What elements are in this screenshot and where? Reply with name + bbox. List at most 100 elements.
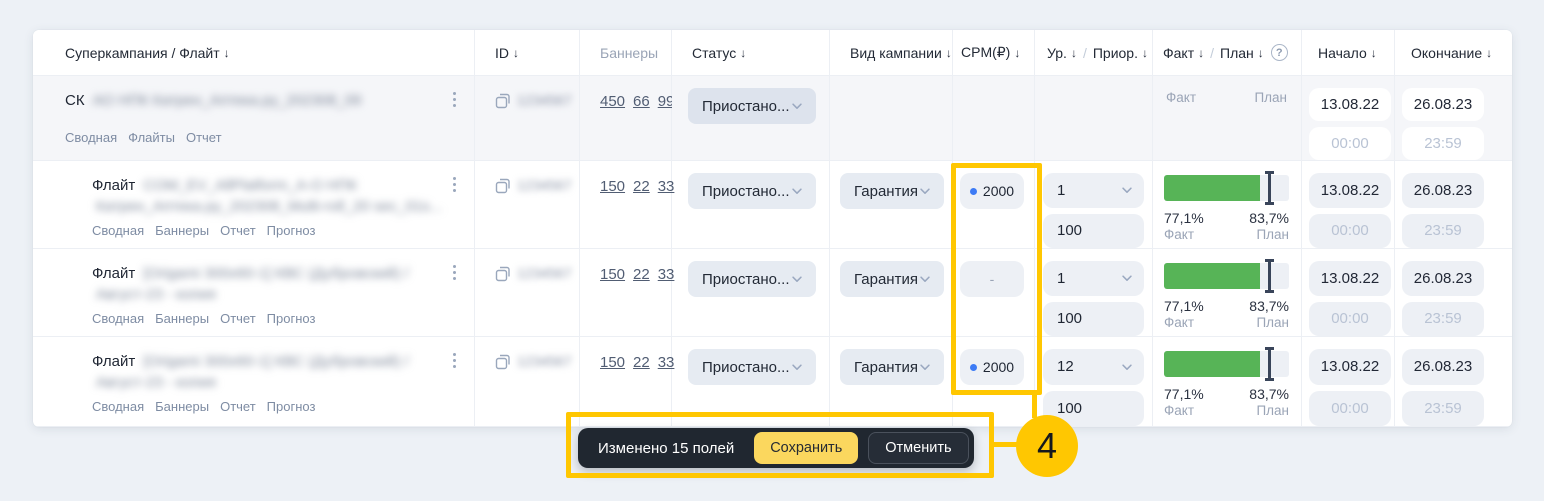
campaign-type-dropdown[interactable]: Гарантия bbox=[840, 261, 944, 297]
status-dropdown[interactable]: Приостано... bbox=[688, 88, 816, 124]
link-svodnaya[interactable]: Сводная bbox=[92, 311, 144, 326]
priority-input[interactable]: 100 bbox=[1043, 214, 1144, 249]
flight-level-priority-cell: 12 100 bbox=[1035, 337, 1153, 427]
start-time-input[interactable]: 00:00 bbox=[1309, 214, 1391, 249]
link-flights[interactable]: Флайты bbox=[128, 130, 175, 145]
flight-name[interactable]: Флайт [Origami 300x60-1] КВС (Дубровский… bbox=[92, 351, 452, 393]
end-time-input[interactable]: 23:59 bbox=[1402, 302, 1484, 337]
kebab-menu-icon[interactable] bbox=[453, 265, 456, 280]
flight-name[interactable]: Флайт COM_EV_AllPlatform_А-О НПК Катрен_… bbox=[92, 175, 452, 217]
cpm-input[interactable]: 2000 bbox=[960, 173, 1024, 209]
link-report[interactable]: Отчет bbox=[220, 399, 256, 414]
banners-count-link[interactable]: 22 bbox=[633, 266, 650, 336]
copy-icon[interactable] bbox=[495, 178, 511, 194]
kebab-menu-icon[interactable] bbox=[453, 177, 456, 192]
end-time-input[interactable]: 23:59 bbox=[1402, 391, 1484, 427]
link-svodnaya[interactable]: Сводная bbox=[65, 130, 117, 145]
banners-count-link[interactable]: 66 bbox=[633, 93, 650, 160]
header-status[interactable]: Статус ↓ bbox=[672, 30, 830, 76]
sort-desc-icon[interactable]: ↓ bbox=[1371, 46, 1377, 60]
sort-desc-icon[interactable]: ↓ bbox=[513, 46, 519, 60]
start-date-input[interactable]: 13.08.22 bbox=[1309, 261, 1391, 296]
start-date-input[interactable]: 13.08.22 bbox=[1309, 173, 1391, 208]
header-fact-plan[interactable]: Факт ↓ / План ↓ ? bbox=[1153, 30, 1302, 76]
link-forecast[interactable]: Прогноз bbox=[267, 399, 316, 414]
sort-desc-icon[interactable]: ↓ bbox=[224, 46, 230, 60]
save-button[interactable]: Сохранить bbox=[754, 432, 858, 464]
start-date-input[interactable]: 13.08.22 bbox=[1309, 88, 1391, 121]
link-svodnaya[interactable]: Сводная bbox=[92, 399, 144, 414]
start-time-input[interactable]: 00:00 bbox=[1309, 127, 1391, 160]
banners-count-link[interactable]: 22 bbox=[633, 354, 650, 426]
start-time-input[interactable]: 00:00 bbox=[1309, 302, 1391, 337]
sort-desc-icon[interactable]: ↓ bbox=[740, 46, 746, 60]
sort-desc-icon[interactable]: ↓ bbox=[946, 46, 952, 60]
link-forecast[interactable]: Прогноз bbox=[267, 311, 316, 326]
header-campaign-type[interactable]: Вид кампании ↓ bbox=[830, 30, 953, 76]
cpm-input[interactable]: 2000 bbox=[960, 349, 1024, 385]
campaign-type-dropdown[interactable]: Гарантия bbox=[840, 173, 944, 209]
link-banners[interactable]: Баннеры bbox=[155, 223, 209, 238]
header-end[interactable]: Окончание ↓ bbox=[1395, 30, 1512, 76]
plan-label: План bbox=[1256, 403, 1289, 418]
end-date-input[interactable]: 26.08.23 bbox=[1402, 349, 1484, 385]
cpm-changed-dot-icon bbox=[970, 188, 977, 195]
sort-desc-icon[interactable]: ↓ bbox=[1258, 46, 1264, 60]
kebab-menu-icon[interactable] bbox=[453, 353, 456, 368]
fact-label: Факт bbox=[1164, 403, 1194, 418]
link-svodnaya[interactable]: Сводная bbox=[92, 223, 144, 238]
end-date-input[interactable]: 26.08.23 bbox=[1402, 261, 1484, 296]
start-date-input[interactable]: 13.08.22 bbox=[1309, 349, 1391, 385]
level-dropdown[interactable]: 1 bbox=[1043, 261, 1144, 296]
progress-fill bbox=[1164, 263, 1260, 289]
link-report[interactable]: Отчет bbox=[220, 223, 256, 238]
link-banners[interactable]: Баннеры bbox=[155, 399, 209, 414]
cancel-button[interactable]: Отменить bbox=[868, 432, 968, 464]
status-dropdown[interactable]: Приостано... bbox=[688, 173, 816, 209]
help-icon[interactable]: ? bbox=[1271, 44, 1288, 61]
sort-desc-icon[interactable]: ↓ bbox=[1014, 46, 1020, 60]
header-start[interactable]: Начало ↓ bbox=[1302, 30, 1395, 76]
flight-factplan-cell: 77,1% 83,7% Факт План bbox=[1153, 161, 1302, 249]
copy-icon[interactable] bbox=[495, 354, 511, 370]
link-report[interactable]: Отчет bbox=[186, 130, 222, 145]
campaign-type-dropdown[interactable]: Гарантия bbox=[840, 349, 944, 385]
fact-label: Факт bbox=[1164, 227, 1194, 242]
status-dropdown[interactable]: Приостано... bbox=[688, 261, 816, 297]
end-date-input[interactable]: 26.08.23 bbox=[1402, 88, 1484, 121]
kebab-menu-icon[interactable] bbox=[453, 92, 456, 107]
copy-icon[interactable] bbox=[495, 93, 511, 109]
copy-icon[interactable] bbox=[495, 266, 511, 282]
supercampaign-name[interactable]: СК АО НПК Катрен_Аптека.ру_202308_09 bbox=[65, 90, 425, 111]
end-time-input[interactable]: 23:59 bbox=[1402, 214, 1484, 249]
header-campaign-flight[interactable]: Суперкампания / Флайт ↓ bbox=[33, 30, 475, 76]
header-level-priority[interactable]: Ур. ↓ / Приор. ↓ bbox=[1035, 30, 1153, 76]
priority-input[interactable]: 100 bbox=[1043, 302, 1144, 337]
banners-count-link[interactable]: 150 bbox=[600, 178, 625, 248]
link-banners[interactable]: Баннеры bbox=[155, 311, 209, 326]
sort-desc-icon[interactable]: ↓ bbox=[1142, 46, 1148, 60]
header-campaign-label: Суперкампания / Флайт bbox=[65, 45, 220, 61]
header-id[interactable]: ID ↓ bbox=[475, 30, 580, 76]
level-dropdown[interactable]: 12 bbox=[1043, 349, 1144, 385]
sort-desc-icon[interactable]: ↓ bbox=[1198, 46, 1204, 60]
end-date-input[interactable]: 26.08.23 bbox=[1402, 173, 1484, 208]
sort-desc-icon[interactable]: ↓ bbox=[1486, 46, 1492, 60]
start-time-input[interactable]: 00:00 bbox=[1309, 391, 1391, 427]
banners-count-link[interactable]: 150 bbox=[600, 266, 625, 336]
link-forecast[interactable]: Прогноз bbox=[267, 223, 316, 238]
flight-name[interactable]: Флайт [Origami 300x60-1] КВС (Дубровский… bbox=[92, 263, 452, 305]
plan-percent: 83,7% bbox=[1249, 298, 1289, 314]
sort-desc-icon[interactable]: ↓ bbox=[1071, 46, 1077, 60]
banners-count-link[interactable]: 22 bbox=[633, 178, 650, 248]
banners-count-link[interactable]: 150 bbox=[600, 354, 625, 426]
status-dropdown[interactable]: Приостано... bbox=[688, 349, 816, 385]
level-dropdown[interactable]: 1 bbox=[1043, 173, 1144, 208]
priority-input[interactable]: 100 bbox=[1043, 391, 1144, 427]
end-time-input[interactable]: 23:59 bbox=[1402, 127, 1484, 160]
header-cpm[interactable]: CPM(₽) ↓ bbox=[953, 30, 1035, 76]
banners-count-link[interactable]: 450 bbox=[600, 93, 625, 160]
link-report[interactable]: Отчет bbox=[220, 311, 256, 326]
cpm-input[interactable]: - bbox=[960, 261, 1024, 297]
flight-name-cell: Флайт [Origami 300x60-1] КВС (Дубровский… bbox=[33, 337, 475, 427]
